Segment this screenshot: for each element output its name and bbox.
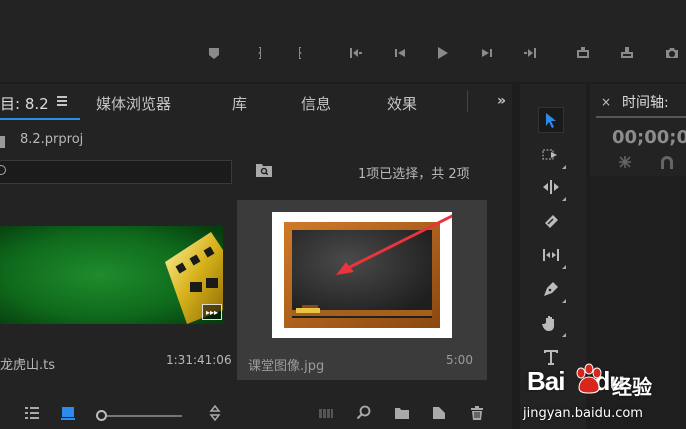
export-frame-icon[interactable] xyxy=(661,42,683,64)
sort-icon[interactable] xyxy=(207,404,225,423)
linked-selection-icon[interactable] xyxy=(658,154,676,170)
find-icon[interactable] xyxy=(356,405,374,423)
clip-duration: 5:00 xyxy=(446,353,473,367)
hand-tool-icon[interactable] xyxy=(538,310,566,337)
tab-libraries[interactable]: 库 xyxy=(232,93,247,114)
timeline-tab-title[interactable]: 时间轴: xyxy=(622,92,669,112)
clip-duration: 1:31:41:06 xyxy=(166,353,232,367)
program-monitor-controls xyxy=(0,0,686,82)
selection-tool-icon[interactable] xyxy=(538,107,564,133)
slip-tool-icon[interactable] xyxy=(538,242,566,269)
baidu-paw-icon xyxy=(572,362,606,396)
clip-thumbnail-blackboard xyxy=(272,200,481,338)
tab-media-browser[interactable]: 媒体浏览器 xyxy=(96,93,171,114)
new-bin-icon[interactable] xyxy=(394,405,412,423)
icon-view-icon[interactable] xyxy=(60,405,78,423)
mark-in-icon[interactable] xyxy=(249,42,271,64)
tab-effects[interactable]: 效果 xyxy=(387,93,417,114)
tab-info[interactable]: 信息 xyxy=(301,93,331,114)
razor-tool-icon[interactable] xyxy=(538,208,564,234)
zoom-slider-track[interactable] xyxy=(107,415,182,417)
pen-tool-icon[interactable] xyxy=(538,276,566,303)
project-file-icon xyxy=(0,136,5,148)
tab-divider xyxy=(467,90,468,112)
go-to-in-icon[interactable] xyxy=(345,42,367,64)
timeline-close-button[interactable]: × xyxy=(601,95,611,109)
clip-name: 课堂图像.jpg xyxy=(248,359,325,374)
selection-status: 1项已选择，共 2项 xyxy=(358,167,470,182)
project-file-name: 8.2.prproj xyxy=(20,132,84,147)
play-icon[interactable] xyxy=(431,42,453,64)
ripple-edit-tool-icon[interactable] xyxy=(538,174,566,201)
clip-name: 龙虎山.ts xyxy=(0,358,56,373)
step-forward-icon[interactable] xyxy=(476,42,498,64)
timeline-timecode[interactable]: 00;00;0 xyxy=(612,127,686,148)
automate-to-sequence-icon[interactable] xyxy=(318,405,336,423)
search-input[interactable] xyxy=(0,160,232,184)
marker-icon[interactable] xyxy=(203,42,225,64)
list-view-icon[interactable] xyxy=(24,405,42,423)
zoom-slider-handle[interactable] xyxy=(96,410,107,421)
timeline-tab-indicator xyxy=(596,116,686,118)
new-search-bin-icon[interactable] xyxy=(255,162,273,178)
clip-thumbnail-video xyxy=(0,226,223,324)
go-to-out-icon[interactable] xyxy=(519,42,541,64)
overwrite-icon[interactable] xyxy=(616,42,638,64)
new-item-icon[interactable] xyxy=(431,405,449,423)
watermark-url: jingyan.baidu.com xyxy=(523,406,643,421)
video-badge-icon: ▸▸▸ xyxy=(202,304,222,320)
active-tab-indicator xyxy=(0,118,80,120)
tab-overflow-icon[interactable]: » xyxy=(497,93,506,109)
baidu-jingyan-brand: 经验 xyxy=(612,375,652,399)
tab-project[interactable]: 目: 8.2 xyxy=(0,93,49,114)
snap-icon[interactable] xyxy=(616,154,634,170)
panel-menu-icon[interactable] xyxy=(57,96,67,106)
insert-icon[interactable] xyxy=(572,42,594,64)
clear-trash-icon[interactable] xyxy=(469,405,487,423)
track-select-tool-icon[interactable] xyxy=(538,142,566,169)
step-back-icon[interactable] xyxy=(389,42,411,64)
mark-out-icon[interactable] xyxy=(289,42,311,64)
